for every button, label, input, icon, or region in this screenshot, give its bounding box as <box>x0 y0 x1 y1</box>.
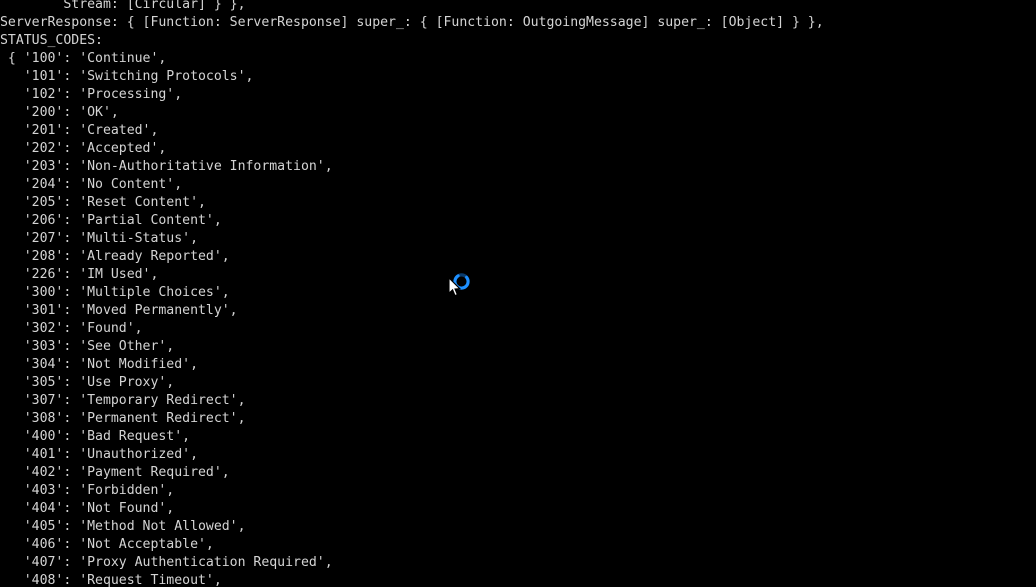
console-line: '101': 'Switching Protocols', <box>0 69 254 84</box>
console-line: '305': 'Use Proxy', <box>0 375 175 390</box>
console-line: '303': 'See Other', <box>0 339 175 354</box>
console-line: '226': 'IM Used', <box>0 267 159 282</box>
console-line: '400': 'Bad Request', <box>0 429 191 444</box>
console-line: '402': 'Payment Required', <box>0 465 230 480</box>
console-line: ServerResponse: { [Function: ServerRespo… <box>0 15 824 30</box>
console-line: '407': 'Proxy Authentication Required', <box>0 555 333 570</box>
console-line: { '100': 'Continue', <box>0 51 167 66</box>
console-line: '207': 'Multi-Status', <box>0 231 198 246</box>
console-line: '203': 'Non-Authoritative Information', <box>0 159 333 174</box>
console-line: '200': 'OK', <box>0 105 119 120</box>
terminal-window[interactable]: Stream: [Circular] } }, ServerResponse: {… <box>0 0 1036 587</box>
console-line: '202': 'Accepted', <box>0 141 167 156</box>
console-line: '206': 'Partial Content', <box>0 213 222 228</box>
console-line: '102': 'Processing', <box>0 87 183 102</box>
console-line: '205': 'Reset Content', <box>0 195 206 210</box>
console-line: '301': 'Moved Permanently', <box>0 303 238 318</box>
console-output: Stream: [Circular] } }, ServerResponse: {… <box>0 0 1036 587</box>
console-line: '308': 'Permanent Redirect', <box>0 411 246 426</box>
console-line: '405': 'Method Not Allowed', <box>0 519 246 534</box>
console-line: '403': 'Forbidden', <box>0 483 175 498</box>
console-line: '302': 'Found', <box>0 321 143 336</box>
console-line: '300': 'Multiple Choices', <box>0 285 230 300</box>
console-line: '204': 'No Content', <box>0 177 183 192</box>
console-line: '406': 'Not Acceptable', <box>0 537 214 552</box>
console-line: '201': 'Created', <box>0 123 159 138</box>
console-line: '304': 'Not Modified', <box>0 357 198 372</box>
console-line: STATUS_CODES: <box>0 33 103 48</box>
console-line: '401': 'Unauthorized', <box>0 447 198 462</box>
console-line: '208': 'Already Reported', <box>0 249 230 264</box>
console-line: '307': 'Temporary Redirect', <box>0 393 246 408</box>
console-line: '408': 'Request Timeout', <box>0 573 222 587</box>
console-line: Stream: [Circular] } }, <box>0 0 246 12</box>
console-line: '404': 'Not Found', <box>0 501 175 516</box>
